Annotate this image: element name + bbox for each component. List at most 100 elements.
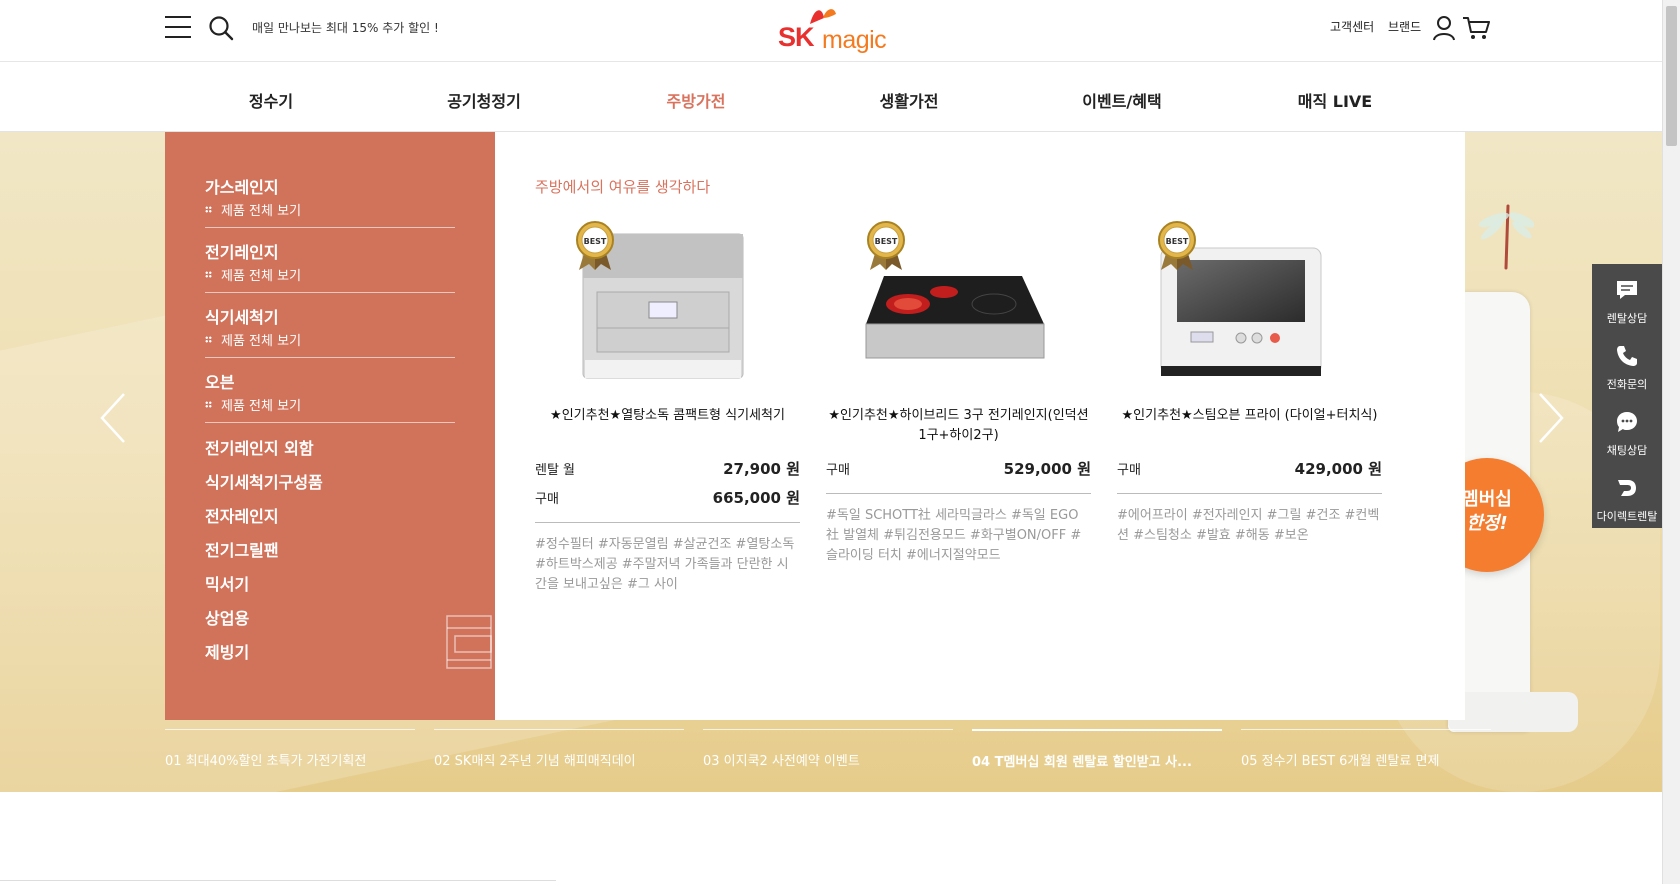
view-all-link[interactable]: 제품 전체 보기 — [205, 395, 455, 414]
price-value: 529,000 원 — [1003, 460, 1091, 478]
dots-icon — [205, 206, 212, 213]
category-microwave[interactable]: 전자레인지 — [205, 503, 279, 527]
dots-icon — [205, 401, 212, 408]
banner-tab[interactable]: 05 정수기 BEST 6개월 렌탈료 면제 — [1241, 729, 1491, 779]
price-value: 665,000 원 — [712, 489, 800, 507]
product-device-base — [1448, 692, 1578, 732]
quick-menu: 렌탈상담 전화문의 채팅상담 다이렉트렌탈 — [1592, 264, 1662, 528]
product-name[interactable]: ★인기추천★하이브리드 3구 전기레인지(인덕션1구+하이2구) — [826, 406, 1091, 450]
quick-direct-rental[interactable]: 다이렉트렌탈 — [1592, 462, 1662, 528]
product-name[interactable]: ★인기추천★열탕소독 콤팩트형 식기세척기 — [535, 406, 800, 450]
chat-square-icon — [1617, 281, 1637, 299]
product-card: BEST ★인기추천★열탕소독 콤팩트형 식기세척기 렌탈 월 27,900 원… — [535, 220, 800, 595]
nav-living[interactable]: 생활가전 — [880, 88, 939, 112]
nav-events[interactable]: 이벤트/혜택 — [1082, 88, 1161, 112]
best-badge-icon: BEST — [1158, 221, 1196, 270]
quick-rental-consult[interactable]: 렌탈상담 — [1592, 264, 1662, 330]
view-all-link[interactable]: 제품 전체 보기 — [205, 330, 455, 349]
logo-magic: magic — [822, 26, 887, 54]
cart-icon[interactable] — [1462, 15, 1490, 41]
divider — [205, 357, 455, 358]
category-commercial[interactable]: 상업용 — [205, 605, 249, 629]
price-label: 구매 — [535, 492, 559, 507]
category-grill-pan[interactable]: 전기그릴팬 — [205, 537, 279, 561]
divider — [205, 227, 455, 228]
next-slide-arrow[interactable] — [1536, 390, 1566, 446]
category-ice-maker[interactable]: 제빙기 — [205, 639, 249, 663]
price-row-purchase: 구매 529,000 원 — [826, 458, 1091, 479]
price-row-purchase: 구매 665,000 원 — [535, 487, 800, 508]
panel-heading: 주방에서의 여유를 생각하다 — [535, 178, 711, 196]
product-tags: #독일 SCHOTT社 세라믹글라스 #독일 EGO社 발열체 #튀김전용모드 … — [826, 508, 1082, 563]
divider — [1117, 493, 1382, 494]
svg-text:BEST: BEST — [875, 237, 898, 246]
user-icon[interactable] — [1432, 15, 1456, 41]
sk-magic-logo[interactable]: SK magic — [778, 6, 888, 54]
category-title[interactable]: 가스레인지 — [205, 174, 455, 198]
quick-label: 렌탈상담 — [1606, 312, 1648, 325]
view-all-label: 제품 전체 보기 — [221, 204, 302, 219]
price-label: 구매 — [1117, 463, 1141, 478]
product-image-steam-oven[interactable]: BEST — [1117, 220, 1382, 390]
category-dishwasher: 식기세척기 제품 전체 보기 — [205, 304, 455, 349]
svg-text:BEST: BEST — [584, 237, 607, 246]
nav-air-purifier[interactable]: 공기청정기 — [447, 88, 521, 112]
scroll-thumb[interactable] — [1666, 6, 1677, 146]
price-label: 렌탈 월 — [535, 463, 576, 478]
prev-slide-arrow[interactable] — [98, 390, 128, 446]
logo-sk: SK — [778, 22, 815, 52]
price-row-purchase: 구매 429,000 원 — [1117, 458, 1382, 479]
category-range-case[interactable]: 전기레인지 외함 — [205, 435, 314, 459]
page-scrollbar[interactable] — [1662, 0, 1680, 884]
promo-text[interactable]: 매일 만나보는 최대 15% 추가 할인 ! — [252, 19, 439, 36]
product-image-electric-range[interactable]: BEST — [826, 220, 1091, 390]
view-all-link[interactable]: 제품 전체 보기 — [205, 200, 455, 219]
menu-icon[interactable] — [165, 16, 191, 38]
divider — [205, 422, 455, 423]
product-name[interactable]: ★인기추천★스팀오븐 프라이 (다이얼+터치식) — [1117, 406, 1382, 450]
banner-tab[interactable]: 02 SK매직 2주년 기념 해피매직데이 — [434, 729, 684, 779]
main-nav: 정수기 공기청정기 주방가전 생활가전 이벤트/혜택 매직 LIVE — [0, 62, 1662, 132]
top-header: 매일 만나보는 최대 15% 추가 할인 ! SK magic 고객센터 브랜드 — [0, 0, 1662, 62]
divider — [826, 493, 1091, 494]
quick-label: 채팅상담 — [1606, 444, 1648, 457]
product-tags: #정수필터 #자동문열림 #살균건조 #열탕소독 #하트박스제공 #주말저녁 가… — [535, 537, 795, 592]
customer-center-link[interactable]: 고객센터 — [1330, 18, 1374, 35]
view-all-label: 제품 전체 보기 — [221, 334, 302, 349]
view-all-link[interactable]: 제품 전체 보기 — [205, 265, 455, 284]
category-dishwasher-parts[interactable]: 식기세척기구성품 — [205, 469, 323, 493]
quick-phone[interactable]: 전화문의 — [1592, 330, 1662, 396]
banner-tab-active[interactable]: 04 T멤버십 회원 렌탈료 할인받고 사... — [972, 729, 1222, 779]
nav-magic-live[interactable]: 매직 LIVE — [1298, 88, 1372, 112]
category-electric-range: 전기레인지 제품 전체 보기 — [205, 239, 455, 284]
product-card: BEST ★인기추천★하이브리드 3구 전기레인지(인덕션1구+하이2구) 구매… — [826, 220, 1091, 566]
category-mixer[interactable]: 믹서기 — [205, 571, 249, 595]
svg-text:BEST: BEST — [1166, 237, 1189, 246]
featured-products-panel: 주방에서의 여유를 생각하다 BEST ★인기추천★열탕소독 콤팩트형 식기세척… — [495, 132, 1465, 720]
view-all-label: 제품 전체 보기 — [221, 269, 302, 284]
product-image-dishwasher[interactable]: BEST — [535, 220, 800, 390]
price-value: 429,000 원 — [1294, 460, 1382, 478]
price-label: 구매 — [826, 463, 850, 478]
chat-bubble-icon — [1617, 412, 1637, 432]
search-icon[interactable] — [208, 15, 234, 41]
banner-tab[interactable]: 01 최대40%할인 초특가 가전기획전 — [165, 729, 415, 779]
view-all-label: 제품 전체 보기 — [221, 399, 302, 414]
category-title[interactable]: 전기레인지 — [205, 239, 455, 263]
quick-label: 다이렉트렌탈 — [1596, 510, 1658, 523]
category-title[interactable]: 식기세척기 — [205, 304, 455, 328]
dots-icon — [205, 336, 212, 343]
dragonfly-illustration — [1478, 204, 1534, 270]
quick-chat[interactable]: 채팅상담 — [1592, 396, 1662, 462]
nav-kitchen[interactable]: 주방가전 — [667, 88, 726, 112]
product-card: BEST ★인기추천★스팀오븐 프라이 (다이얼+터치식) 구매 429,000… — [1117, 220, 1382, 546]
nav-water-purifier[interactable]: 정수기 — [249, 88, 293, 112]
brand-link[interactable]: 브랜드 — [1388, 18, 1421, 35]
dots-icon — [205, 271, 212, 278]
tab-label: 02 SK매직 2주년 기념 해피매직데이 — [434, 754, 636, 769]
banner-tab[interactable]: 03 이지쿡2 사전예약 이벤트 — [703, 729, 953, 779]
category-gas-range: 가스레인지 제품 전체 보기 — [205, 174, 455, 219]
price-row-rental: 렌탈 월 27,900 원 — [535, 458, 800, 479]
category-title[interactable]: 오븐 — [205, 369, 455, 393]
oven-line-icon — [446, 615, 492, 669]
